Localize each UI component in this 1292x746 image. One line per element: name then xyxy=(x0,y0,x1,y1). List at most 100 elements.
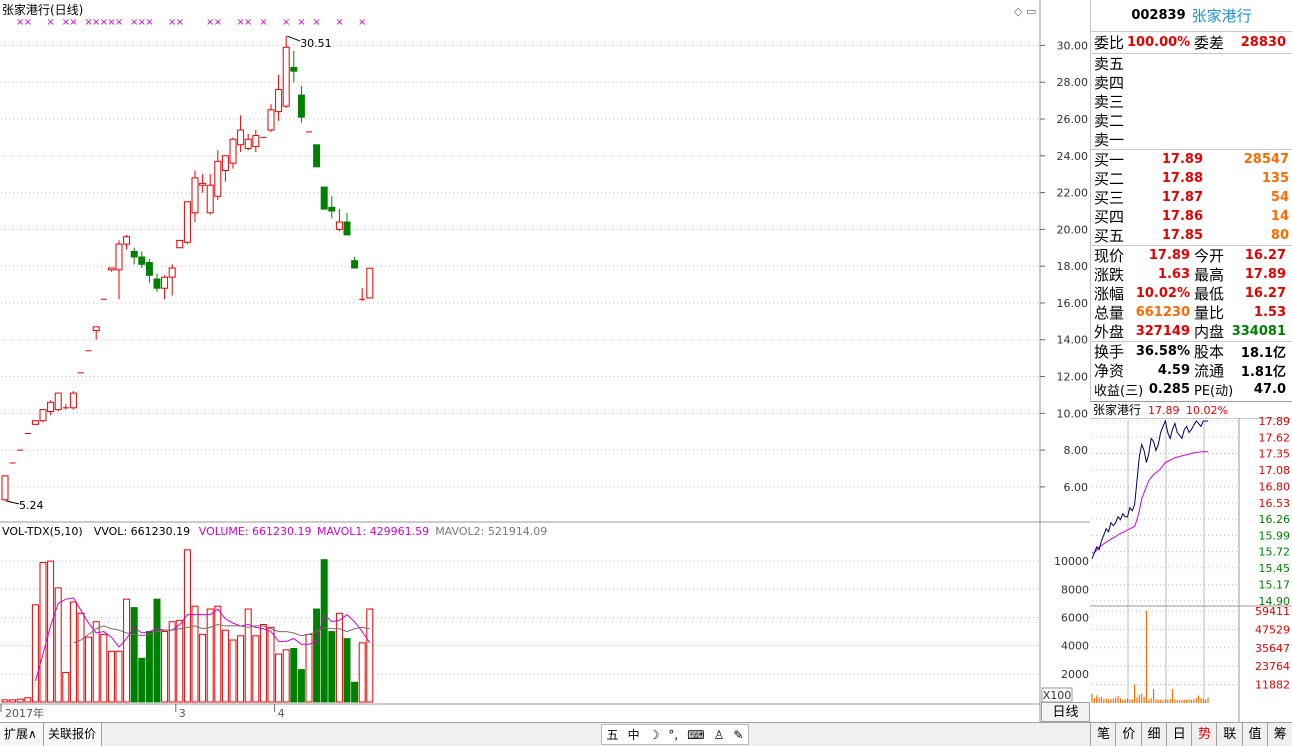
volume-bar xyxy=(335,612,343,703)
volume-bar xyxy=(145,631,153,703)
right-tab[interactable]: 细 xyxy=(1140,723,1167,746)
ime-user-icon[interactable]: ♙ xyxy=(714,728,725,742)
volume-bar xyxy=(320,559,328,703)
volume-bar xyxy=(229,639,237,703)
stock-name[interactable]: 张家港行 xyxy=(1192,5,1252,26)
volume-bar xyxy=(183,549,191,703)
right-tab[interactable]: 值 xyxy=(1241,723,1268,746)
ime-punct-icon[interactable]: °, xyxy=(668,728,678,742)
bid-row[interactable]: 买三 17.87 54 xyxy=(1091,188,1292,207)
diff-label: 委差 xyxy=(1194,34,1225,52)
volume-bar xyxy=(214,605,222,703)
signal-marker: × xyxy=(46,17,54,28)
mini-price-tick: 16.53 xyxy=(1259,497,1291,510)
mini-price-tick: 17.08 xyxy=(1259,464,1291,477)
candle-up xyxy=(267,109,275,131)
mini-volume-tick: 59411 xyxy=(1255,605,1290,618)
volume-bar xyxy=(252,635,260,703)
bid-row[interactable]: 买一 17.89 28547 xyxy=(1091,150,1292,169)
ime-moon-icon[interactable]: ☽ xyxy=(649,728,660,742)
mini-pct: 10.02% xyxy=(1186,404,1228,417)
bid-row[interactable]: 买二 17.88 135 xyxy=(1091,169,1292,188)
bid-volume: 14 xyxy=(1270,209,1289,224)
candle-down xyxy=(313,144,321,168)
bid-price: 17.87 xyxy=(1161,190,1203,205)
related-quotes-tab[interactable]: 关联报价 xyxy=(44,723,102,746)
volume-bar xyxy=(92,621,100,703)
bid-volume: 135 xyxy=(1261,171,1289,186)
price-tick-label: 16.00 xyxy=(1057,297,1089,310)
signal-marker: × xyxy=(176,17,184,28)
volume-bar xyxy=(313,608,321,703)
volume-bar xyxy=(297,669,305,703)
right-tab[interactable]: 筹 xyxy=(1266,723,1292,746)
candle-up xyxy=(229,138,237,164)
candle-up xyxy=(244,138,252,149)
right-tab[interactable]: 日 xyxy=(1165,723,1192,746)
candle-up xyxy=(282,46,290,107)
volume-bar xyxy=(69,601,77,703)
volume-bar xyxy=(138,657,146,703)
ime-tool-icon[interactable]: ✎ xyxy=(733,728,743,742)
volume-unit: X100 xyxy=(1043,689,1072,702)
signal-marker: × xyxy=(335,17,343,28)
candle-down xyxy=(343,221,351,236)
price-tick-label: 10.00 xyxy=(1057,407,1089,420)
ask-row[interactable]: 卖三 xyxy=(1091,92,1292,111)
candle-up xyxy=(1,475,9,501)
mini-price-tick: 17.62 xyxy=(1259,431,1291,444)
right-tab[interactable]: 价 xyxy=(1115,723,1142,746)
intraday-chart[interactable]: 张家港行 17.89 10.02% 17.89 17.62 17.35 17.08 16.80… xyxy=(1090,401,1292,722)
stat-value: 17.89 xyxy=(1244,267,1286,282)
right-tab[interactable]: 势 xyxy=(1191,723,1217,746)
volume-header-0: VOL-TDX(5,10) xyxy=(2,525,83,538)
right-tab[interactable]: 笔 xyxy=(1090,723,1116,746)
chart-background xyxy=(0,0,1090,724)
volume-bar xyxy=(206,608,214,703)
ime-five-icon[interactable]: 五 xyxy=(607,726,619,743)
fund-label: 换手 xyxy=(1094,343,1125,361)
bid-row[interactable]: 买四 17.86 14 xyxy=(1091,207,1292,226)
quote-panel: 002839 张家港行 委比 100.00% 委差 28830 卖五 卖四 卖三… xyxy=(1090,0,1292,410)
signal-marker: × xyxy=(297,17,305,28)
ask-row[interactable]: 卖一 xyxy=(1091,130,1292,149)
stat-label: 总量 xyxy=(1094,304,1125,322)
expand-tab[interactable]: 扩展∧ xyxy=(0,723,44,746)
volume-bar xyxy=(267,626,275,703)
signal-marker: × xyxy=(24,17,32,28)
fund-label: 股本 xyxy=(1194,343,1225,361)
signal-marker: × xyxy=(145,17,153,28)
ask-label: 卖一 xyxy=(1094,131,1125,149)
ask-row[interactable]: 卖二 xyxy=(1091,111,1292,130)
candle-up xyxy=(47,401,55,412)
stat-row: 涨幅 10.02% 最低 16.27 xyxy=(1091,284,1292,303)
ime-chinese-icon[interactable]: 中 xyxy=(628,726,640,743)
signal-marker: × xyxy=(312,17,320,28)
stat-label: 现价 xyxy=(1094,247,1125,265)
time-axis-label: 3 xyxy=(179,707,186,720)
stat-value: 17.89 xyxy=(1148,248,1190,263)
square-icon: ▭ xyxy=(1026,5,1036,18)
price-tick-label: 18.00 xyxy=(1057,260,1089,273)
price-tick-label: 24.00 xyxy=(1057,150,1089,163)
candle-up xyxy=(366,267,374,299)
kline-chart[interactable]: 30.00 28.00 26.00 24.00 22.00 20.00 18.00 16.00… xyxy=(0,0,1090,724)
ask-row[interactable]: 卖五 xyxy=(1091,54,1292,73)
ime-toolbar[interactable]: 五中 ☽ °, ⌨ ♙ ✎ xyxy=(601,724,749,745)
volume-bar xyxy=(168,621,176,703)
candle-up xyxy=(69,392,77,409)
period-label[interactable]: 日线 xyxy=(1041,702,1090,722)
right-tab[interactable]: 联 xyxy=(1216,723,1243,746)
volume-tick-label: 2000 xyxy=(1061,668,1089,681)
ime-keyboard-icon[interactable]: ⌨ xyxy=(687,728,704,742)
candle-up xyxy=(115,243,123,271)
bid-row[interactable]: 买五 17.85 80 xyxy=(1091,226,1292,245)
mini-price-tick: 17.35 xyxy=(1259,448,1291,461)
ask-row[interactable]: 卖四 xyxy=(1091,73,1292,92)
volume-header-3: MAVOL1: 429961.59 xyxy=(317,525,429,538)
mini-price-tick: 15.17 xyxy=(1259,579,1291,592)
stat-value: 10.02% xyxy=(1135,286,1190,301)
signal-marker: × xyxy=(259,17,267,28)
bid-volume: 28547 xyxy=(1243,152,1289,167)
volume-bar xyxy=(176,619,184,703)
